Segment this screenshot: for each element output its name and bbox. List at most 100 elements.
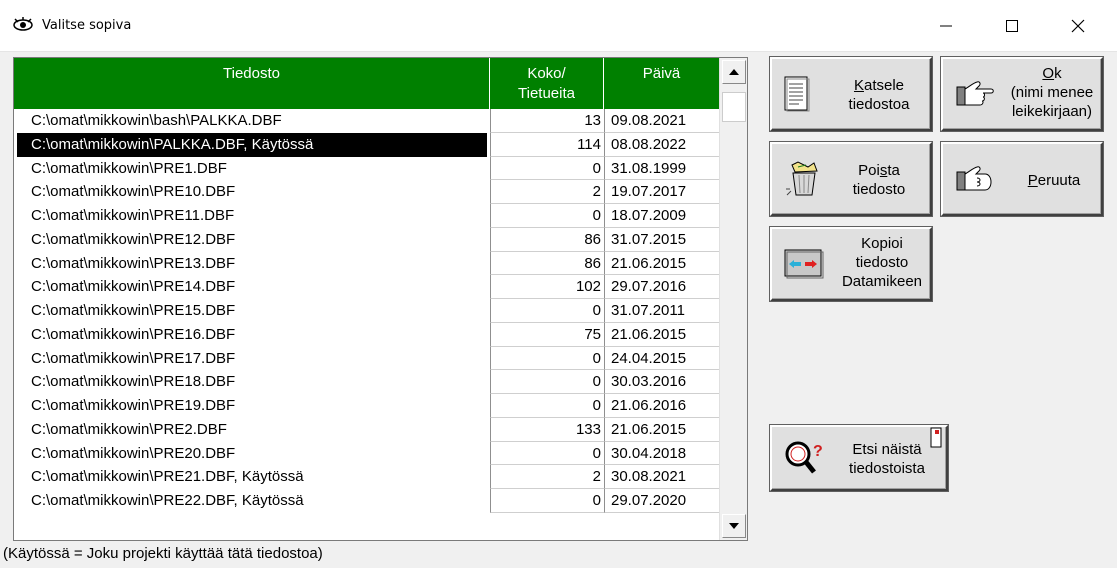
file-path-cell: C:\omat\mikkowin\PRE14.DBF [31, 278, 236, 296]
table-row[interactable]: C:\omat\mikkowin\PRE2.DBF 133 21.06.2015 [14, 417, 719, 442]
title-bar: Valitse sopiva [0, 0, 1117, 52]
table-row[interactable]: C:\omat\mikkowin\PRE11.DBF 0 18.07.2009 [14, 204, 719, 228]
date-cell: 29.07.2016 [604, 275, 719, 299]
delete-label-1b: ta [887, 162, 900, 179]
table-row[interactable]: C:\omat\mikkowin\PRE20.DBF 0 30.04.2018 [14, 441, 719, 466]
record-count-cell: 13 [490, 109, 604, 133]
scroll-up-button[interactable] [722, 60, 746, 84]
status-text: (Käytössä = Joku projekti käyttää tätä t… [3, 545, 323, 562]
magnifier-question-icon: ? [785, 441, 823, 474]
scroll-thumb[interactable] [722, 92, 746, 122]
arrow-down-icon [729, 523, 739, 529]
view-file-button[interactable]: Katsele tiedostoa [770, 57, 932, 131]
table-row[interactable]: C:\omat\mikkowin\bash\PALKKA.DBF 13 09.08.… [14, 109, 719, 133]
file-path-cell: C:\omat\mikkowin\PRE17.DBF [31, 349, 236, 367]
table-row[interactable]: C:\omat\mikkowin\PRE13.DBF 86 21.06.2015 [14, 251, 719, 276]
date-cell: 30.08.2021 [604, 465, 719, 489]
ok-label-1: k [1054, 65, 1062, 82]
record-count-cell: 0 [490, 346, 604, 371]
hand-back-icon [956, 166, 992, 191]
scroll-down-button[interactable] [722, 514, 746, 538]
table-row[interactable]: C:\omat\mikkowin\PALKKA.DBF, Käytössä 114… [14, 132, 719, 157]
date-cell: 21.06.2015 [604, 417, 719, 442]
table-row[interactable]: C:\omat\mikkowin\PRE10.DBF 2 19.07.2017 [14, 180, 719, 204]
file-path-cell: C:\omat\mikkowin\PRE12.DBF [31, 230, 236, 248]
close-icon [1071, 19, 1085, 32]
table-row[interactable]: C:\omat\mikkowin\PRE1.DBF 0 31.08.1999 [14, 156, 719, 181]
cancel-button[interactable]: Peruuta [941, 142, 1103, 216]
column-header-size[interactable]: Koko/Tietueita [490, 58, 604, 109]
date-cell: 21.06.2016 [604, 394, 719, 418]
table-row[interactable]: C:\omat\mikkowin\PRE14.DBF 102 29.07.2016 [14, 275, 719, 299]
date-cell: 31.08.1999 [604, 156, 719, 181]
table-row[interactable]: C:\omat\mikkowin\PRE12.DBF 86 31.07.2015 [14, 227, 719, 252]
copy-label-1: Kopioi [861, 235, 903, 252]
column-header-file-label: Tiedosto [223, 65, 280, 82]
hand-pointing-icon [956, 81, 994, 106]
mouse-pointer-icon [930, 427, 942, 448]
eye-icon [13, 17, 33, 31]
ok-label-accel: O [1042, 65, 1055, 82]
record-count-cell: 0 [490, 299, 604, 323]
file-path-cell: C:\omat\mikkowin\PRE19.DBF [31, 397, 236, 414]
record-count-cell: 0 [490, 370, 604, 394]
maximize-button[interactable] [989, 0, 1035, 51]
column-header-file[interactable]: Tiedosto [14, 58, 490, 109]
search-label-2: tiedostoista [849, 460, 925, 477]
window-title: Valitse sopiva [42, 18, 132, 33]
date-cell: 18.07.2009 [604, 204, 719, 228]
table-row[interactable]: C:\omat\mikkowin\PRE16.DBF 75 21.06.2015 [14, 322, 719, 347]
copy-label-3: Datamikeen [841, 273, 923, 290]
table-row[interactable]: C:\omat\mikkowin\PRE21.DBF, Käytössä 2 30.… [14, 465, 719, 489]
file-path-cell: C:\omat\mikkowin\PRE15.DBF [31, 302, 236, 319]
record-count-cell: 0 [490, 204, 604, 228]
cancel-label: eruuta [1037, 172, 1081, 189]
file-path-cell: C:\omat\mikkowin\PALKKA.DBF, Käytössä [17, 132, 487, 157]
delete-file-button[interactable]: Poista tiedosto [770, 142, 932, 216]
table-row[interactable]: C:\omat\mikkowin\PRE17.DBF 0 24.04.2015 [14, 346, 719, 371]
ok-button[interactable]: Ok (nimi menee leikekirjaan) [941, 57, 1103, 131]
record-count-cell: 0 [490, 394, 604, 418]
ok-label-2: (nimi menee [1010, 84, 1094, 101]
vertical-scrollbar[interactable] [719, 58, 747, 540]
date-cell: 21.06.2015 [604, 251, 719, 276]
transfer-icon [784, 249, 824, 279]
trash-icon [786, 161, 818, 196]
copy-file-button[interactable]: Kopioi tiedosto Datamikeen [770, 227, 932, 301]
file-path-cell: C:\omat\mikkowin\PRE22.DBF, Käytössä [31, 492, 304, 509]
file-path-cell: C:\omat\mikkowin\PRE20.DBF [31, 444, 236, 462]
file-path-cell: C:\omat\mikkowin\PRE10.DBF [31, 183, 236, 201]
close-button[interactable] [1055, 0, 1101, 51]
table-row[interactable]: C:\omat\mikkowin\PRE22.DBF, Käytössä 0 29.… [14, 489, 719, 513]
file-path-cell: C:\omat\mikkowin\PRE1.DBF [31, 159, 227, 177]
minimize-button[interactable] [923, 0, 969, 51]
table-row[interactable]: C:\omat\mikkowin\PRE15.DBF 0 31.07.2011 [14, 299, 719, 323]
file-path-cell: C:\omat\mikkowin\PRE2.DBF [31, 420, 227, 438]
date-cell: 08.08.2022 [604, 132, 719, 157]
date-cell: 31.07.2015 [604, 227, 719, 252]
date-cell: 09.08.2021 [604, 109, 719, 133]
record-count-cell: 114 [490, 132, 604, 157]
date-cell: 19.07.2017 [604, 180, 719, 204]
date-cell: 21.06.2015 [604, 322, 719, 347]
maximize-icon [1006, 19, 1018, 32]
view-file-label-accel: K [853, 77, 864, 94]
search-files-button[interactable]: ? Etsi näistä tiedostoista [770, 425, 948, 491]
file-list[interactable]: Tiedosto Koko/Tietueita Päivä C:\omat\mi… [13, 57, 748, 541]
table-row[interactable]: C:\omat\mikkowin\PRE18.DBF 0 30.03.2016 [14, 370, 719, 394]
table-row[interactable]: C:\omat\mikkowin\PRE19.DBF 0 21.06.2016 [14, 394, 719, 418]
delete-label-1a: Poi [858, 162, 880, 179]
column-header-date[interactable]: Päivä [604, 58, 719, 109]
view-file-label-2: tiedostoa [848, 96, 910, 113]
file-rows: C:\omat\mikkowin\bash\PALKKA.DBF 13 09.08.… [14, 109, 719, 513]
record-count-cell: 75 [490, 322, 604, 347]
search-label-1: Etsi näistä [852, 441, 922, 458]
minimize-icon [940, 25, 952, 26]
file-path-cell: C:\omat\mikkowin\bash\PALKKA.DBF [31, 112, 282, 129]
copy-label-2: tiedosto [855, 254, 909, 271]
ok-label-3: leikekirjaan) [1011, 103, 1093, 120]
file-path-cell: C:\omat\mikkowin\PRE11.DBF [31, 207, 235, 224]
column-header-date-label: Päivä [642, 65, 681, 82]
date-cell: 24.04.2015 [604, 346, 719, 371]
svg-text:?: ? [813, 443, 823, 460]
